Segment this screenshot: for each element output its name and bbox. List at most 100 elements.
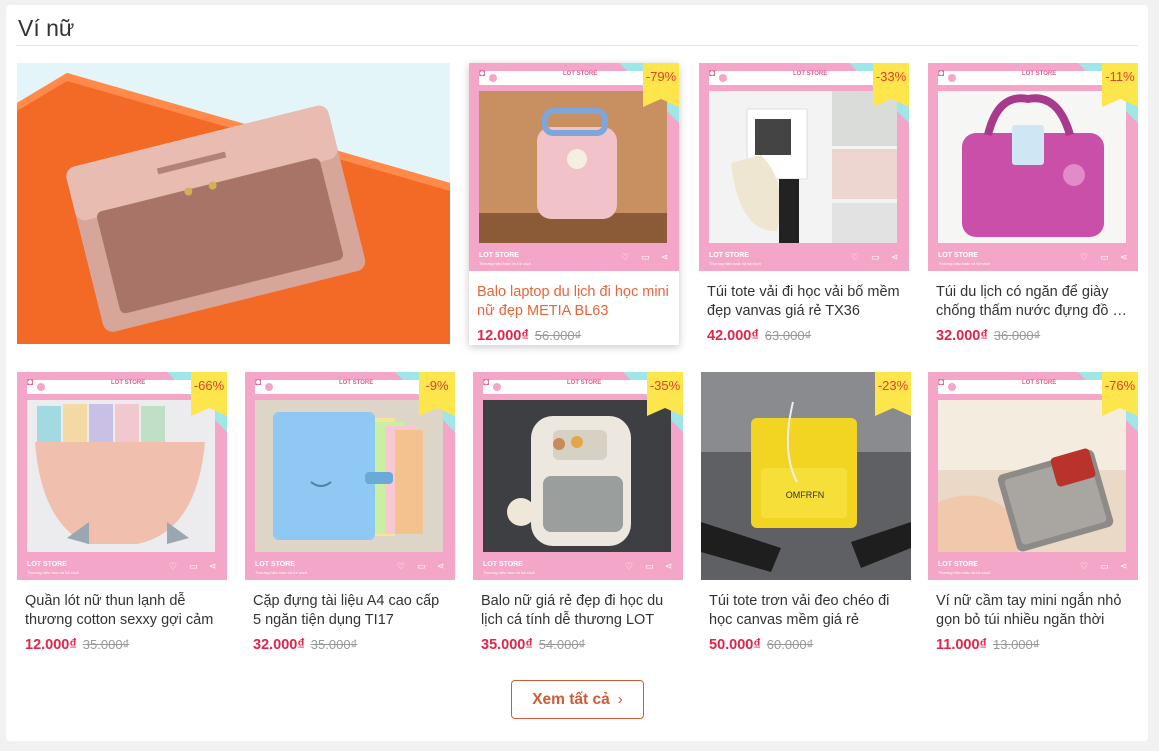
product-price: 32.000₫ bbox=[936, 328, 988, 344]
store-name: LOT STORE bbox=[563, 71, 598, 77]
product-prices: 12.000₫ 35.000₫ bbox=[25, 636, 129, 654]
store-name: LOT STORE bbox=[483, 561, 523, 568]
store-name: LOT STORE bbox=[111, 380, 146, 386]
camera-icon: ◘ bbox=[938, 68, 945, 79]
chat-icon: ▭ bbox=[871, 252, 880, 262]
product-old-price: 54.000₫ bbox=[538, 637, 586, 652]
heart-icon: ♡ bbox=[1080, 252, 1089, 262]
share-icon: ⋖ bbox=[661, 252, 669, 262]
camera-icon: ◘ bbox=[479, 68, 486, 79]
share-icon: ⋖ bbox=[1120, 252, 1128, 262]
product-name[interactable]: Ví nữ cầm tay mini ngắn nhỏ gọn bỏ túi n… bbox=[936, 592, 1134, 630]
section-title: Ví nữ bbox=[18, 15, 75, 41]
product-prices: 32.000₫ 35.000₫ bbox=[253, 636, 357, 654]
share-icon: ⋖ bbox=[665, 561, 673, 571]
see-all-label: Xem tất cả bbox=[532, 690, 610, 708]
product-card[interactable]: ◘ LOT STORE LOT STORE Thương hiệu balo v… bbox=[699, 63, 909, 345]
camera-icon: ◘ bbox=[938, 377, 945, 388]
product-card[interactable]: ◘ LOT STORE LOT STORE Thương hiệu balo v… bbox=[469, 63, 679, 345]
share-icon: ⋖ bbox=[209, 561, 217, 571]
product-price: 32.000₫ bbox=[253, 637, 305, 653]
product-old-price: 13.000₫ bbox=[993, 637, 1040, 652]
chat-icon: ▭ bbox=[417, 561, 426, 571]
product-card[interactable]: ◘ LOT STORE LOT STORE Thương hiệu balo v… bbox=[928, 372, 1138, 654]
product-old-price: 35.000₫ bbox=[82, 637, 130, 652]
product-price: 42.000₫ bbox=[707, 328, 759, 344]
store-subline: Thương hiệu balo và túi xách bbox=[483, 570, 535, 575]
chevron-right-icon: › bbox=[617, 690, 623, 708]
store-name: LOT STORE bbox=[339, 380, 374, 386]
product-card[interactable]: ◘ LOT STORE LOT STORE Thương hiệu balo v… bbox=[245, 372, 455, 654]
product-card[interactable]: OMFRFN -23% Túi tote trơn vải đeo chéo đ… bbox=[701, 372, 911, 654]
product-prices: 42.000₫ 63.000₫ bbox=[707, 327, 811, 345]
product-prices: 32.000₫ 36.000₫ bbox=[936, 327, 1040, 345]
product-price: 50.000₫ bbox=[709, 637, 761, 653]
product-old-price: 56.000₫ bbox=[534, 328, 582, 343]
category-banner[interactable] bbox=[17, 63, 450, 344]
heart-icon: ♡ bbox=[851, 252, 860, 262]
store-name: LOT STORE bbox=[27, 561, 67, 568]
divider bbox=[16, 45, 1138, 46]
product-prices: 50.000₫ 60.000₫ bbox=[709, 636, 813, 654]
share-icon: ⋖ bbox=[1120, 561, 1128, 571]
store-name: LOT STORE bbox=[1022, 71, 1057, 77]
product-name[interactable]: Balo nữ giá rẻ đẹp đi học du lịch cá tín… bbox=[481, 592, 679, 630]
product-name[interactable]: Túi du lịch có ngăn để giày chống thấm n… bbox=[936, 283, 1134, 321]
product-name[interactable]: Túi tote vải đi học vải bố mềm đẹp vanva… bbox=[707, 283, 905, 321]
see-all-button[interactable]: Xem tất cả › bbox=[511, 680, 644, 719]
store-name: LOT STORE bbox=[938, 561, 978, 568]
product-old-price: 63.000₫ bbox=[764, 328, 812, 343]
store-name: LOT STORE bbox=[567, 380, 602, 386]
product-price: 35.000₫ bbox=[481, 637, 533, 653]
discount-badge: -79% bbox=[643, 63, 679, 107]
store-name: LOT STORE bbox=[479, 252, 519, 259]
wallet-banner-image bbox=[17, 63, 450, 344]
store-subline: Thương hiệu balo và túi xách bbox=[255, 570, 307, 575]
camera-icon: ◘ bbox=[483, 377, 490, 388]
discount-badge: -9% bbox=[419, 372, 455, 416]
chat-icon: ▭ bbox=[1100, 252, 1109, 262]
product-price: 12.000₫ bbox=[477, 328, 529, 344]
product-old-price: 36.000₫ bbox=[993, 328, 1041, 343]
share-icon: ⋖ bbox=[891, 252, 899, 262]
store-name: LOT STORE bbox=[793, 71, 828, 77]
heart-icon: ♡ bbox=[621, 252, 630, 262]
heart-icon: ♡ bbox=[397, 561, 406, 571]
share-icon: ⋖ bbox=[437, 561, 445, 571]
store-subline: Thương hiệu balo và túi xách bbox=[479, 261, 531, 266]
chat-icon: ▭ bbox=[1100, 561, 1109, 571]
discount-badge: -76% bbox=[1102, 372, 1138, 416]
discount-badge: -35% bbox=[647, 372, 683, 416]
store-name: LOT STORE bbox=[255, 561, 295, 568]
product-price: 12.000₫ bbox=[25, 637, 77, 653]
product-prices: 11.000₫ 13.000₫ bbox=[936, 636, 1039, 654]
chat-icon: ▭ bbox=[641, 252, 650, 262]
product-name[interactable]: Quần lót nữ thun lạnh dễ thương cotton s… bbox=[25, 592, 223, 630]
product-name[interactable]: Balo laptop du lịch đi học mini nữ đẹp M… bbox=[477, 283, 675, 321]
heart-icon: ♡ bbox=[169, 561, 178, 571]
product-section: Ví nữ ◘ LOT STORE LOT STORE Thương hiệu … bbox=[6, 5, 1148, 741]
camera-icon: ◘ bbox=[27, 377, 34, 388]
product-old-price: 60.000₫ bbox=[766, 637, 814, 652]
product-card[interactable]: ◘ LOT STORE LOT STORE Thương hiệu balo v… bbox=[473, 372, 683, 654]
heart-icon: ♡ bbox=[1080, 561, 1089, 571]
store-subline: Thương hiệu balo và túi xách bbox=[27, 570, 79, 575]
heart-icon: ♡ bbox=[625, 561, 634, 571]
product-prices: 12.000₫ 56.000₫ bbox=[477, 327, 581, 345]
store-name: LOT STORE bbox=[1022, 380, 1057, 386]
product-old-price: 35.000₫ bbox=[310, 637, 358, 652]
discount-badge: -11% bbox=[1102, 63, 1138, 107]
product-name[interactable]: Cặp đựng tài liệu A4 cao cấp 5 ngăn tiện… bbox=[253, 592, 451, 630]
discount-badge: -66% bbox=[191, 372, 227, 416]
chat-icon: ▭ bbox=[189, 561, 198, 571]
product-price: 11.000₫ bbox=[936, 637, 987, 653]
svg-text:OMFRFN: OMFRFN bbox=[786, 490, 825, 500]
chat-icon: ▭ bbox=[645, 561, 654, 571]
store-subline: Thương hiệu balo và túi xách bbox=[709, 261, 761, 266]
store-subline: Thương hiệu balo và túi xách bbox=[938, 261, 990, 266]
product-name[interactable]: Túi tote trơn vải đeo chéo đi học canvas… bbox=[709, 592, 907, 630]
product-card[interactable]: ◘ LOT STORE LOT STORE Thương hiệu balo v… bbox=[928, 63, 1138, 345]
product-card[interactable]: ◘ LOT STORE LOT STORE Thương hiệu balo v… bbox=[17, 372, 227, 654]
store-name: LOT STORE bbox=[709, 252, 749, 259]
product-prices: 35.000₫ 54.000₫ bbox=[481, 636, 585, 654]
